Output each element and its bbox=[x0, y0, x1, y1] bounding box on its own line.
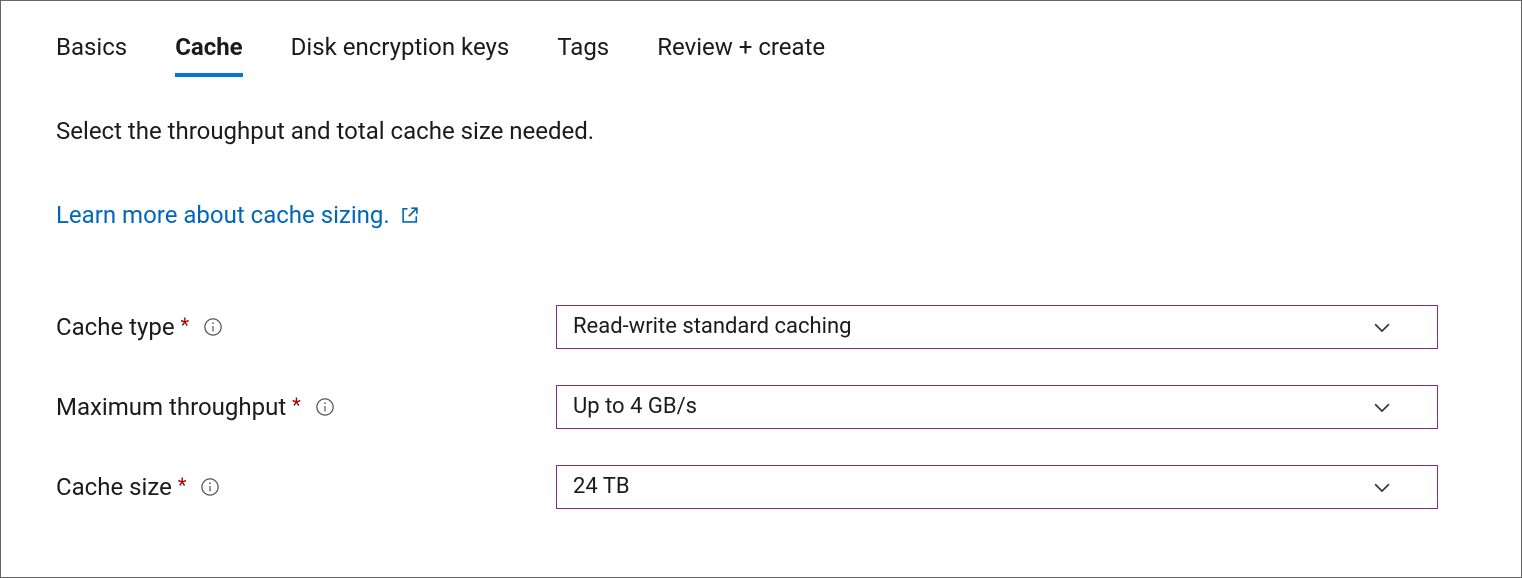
info-icon[interactable] bbox=[200, 477, 220, 497]
tab-review-create[interactable]: Review + create bbox=[657, 31, 825, 77]
label-max-throughput: Maximum throughput bbox=[56, 393, 286, 421]
select-max-throughput[interactable]: Up to 4 GB/s bbox=[556, 385, 1438, 429]
tab-tags[interactable]: Tags bbox=[557, 31, 609, 77]
info-icon[interactable] bbox=[203, 317, 223, 337]
learn-more-link[interactable]: Learn more about cache sizing. bbox=[56, 201, 420, 229]
chevron-down-icon bbox=[1371, 316, 1393, 338]
label-cache-type: Cache type bbox=[56, 313, 175, 341]
tab-cache[interactable]: Cache bbox=[175, 31, 242, 77]
required-asterisk: * bbox=[292, 393, 301, 417]
select-cache-size-value: 24 TB bbox=[573, 474, 630, 499]
select-cache-size[interactable]: 24 TB bbox=[556, 465, 1438, 509]
chevron-down-icon bbox=[1371, 476, 1393, 498]
cache-form: Cache type * Read-write standard caching bbox=[56, 305, 1466, 509]
required-asterisk: * bbox=[181, 313, 190, 337]
learn-more-link-text: Learn more about cache sizing. bbox=[56, 201, 390, 229]
cache-config-panel: Basics Cache Disk encryption keys Tags R… bbox=[0, 0, 1522, 578]
info-icon[interactable] bbox=[315, 397, 335, 417]
intro-text: Select the throughput and total cache si… bbox=[56, 113, 1466, 149]
label-cache-size: Cache size bbox=[56, 473, 172, 501]
chevron-down-icon bbox=[1371, 396, 1393, 418]
row-cache-type: Cache type * Read-write standard caching bbox=[56, 305, 1466, 349]
select-max-throughput-value: Up to 4 GB/s bbox=[573, 394, 697, 419]
row-max-throughput: Maximum throughput * Up to 4 GB/s bbox=[56, 385, 1466, 429]
select-cache-type[interactable]: Read-write standard caching bbox=[556, 305, 1438, 349]
tab-basics[interactable]: Basics bbox=[56, 31, 127, 77]
row-cache-size: Cache size * 24 TB bbox=[56, 465, 1466, 509]
wizard-tab-strip: Basics Cache Disk encryption keys Tags R… bbox=[56, 31, 1466, 77]
tab-disk-encryption-keys[interactable]: Disk encryption keys bbox=[291, 31, 510, 77]
required-asterisk: * bbox=[178, 473, 187, 497]
select-cache-type-value: Read-write standard caching bbox=[573, 314, 851, 339]
external-link-icon bbox=[400, 205, 420, 225]
